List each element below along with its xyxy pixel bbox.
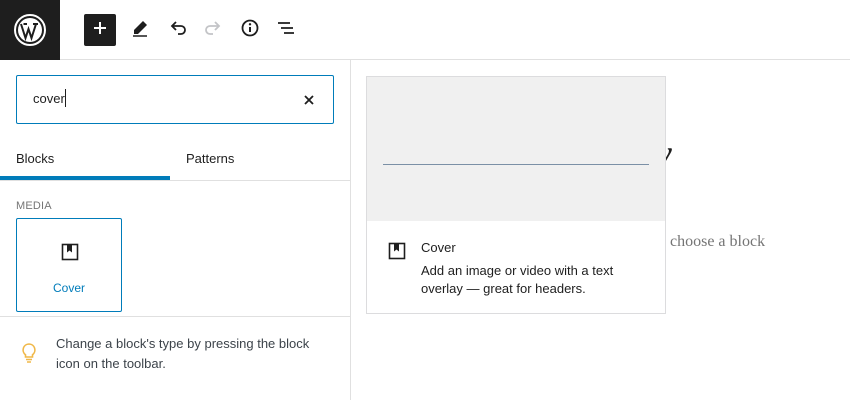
top-toolbar	[0, 0, 850, 60]
text-caret	[65, 89, 66, 107]
divider	[0, 316, 350, 317]
wordpress-logo-icon[interactable]	[0, 0, 60, 60]
preview-image	[367, 77, 665, 221]
preview-block-name: Cover	[421, 240, 456, 255]
tab-patterns[interactable]: Patterns	[186, 138, 234, 179]
active-tab-indicator	[0, 176, 170, 180]
tip-text: Change a block's type by pressing the bl…	[56, 336, 310, 371]
list-view-icon	[276, 18, 296, 43]
undo-icon	[168, 18, 188, 43]
cover-block-icon	[59, 241, 81, 263]
search-input[interactable]: cover	[33, 91, 65, 106]
pencil-icon	[130, 18, 150, 43]
edit-tool-button[interactable]	[124, 14, 156, 46]
block-placeholder-fragment[interactable]: o choose a block	[658, 233, 765, 251]
inserter-tabs: Blocks Patterns	[0, 138, 350, 181]
details-button[interactable]	[234, 14, 266, 46]
block-preview-card: Cover Add an image or video with a text …	[366, 76, 666, 314]
add-block-button[interactable]	[84, 14, 116, 46]
preview-divider	[383, 164, 649, 165]
block-item-cover[interactable]: Cover	[16, 218, 122, 312]
preview-block-description: Add an image or video with a text overla…	[421, 263, 614, 296]
category-heading: MEDIA	[16, 200, 52, 212]
tab-blocks[interactable]: Blocks	[16, 138, 54, 179]
list-view-button[interactable]	[270, 14, 302, 46]
lightbulb-icon	[20, 342, 38, 364]
block-inserter-panel: cover Blocks Patterns MEDIA Cover Change…	[0, 60, 351, 400]
close-icon[interactable]	[299, 90, 319, 110]
redo-icon	[203, 18, 223, 43]
cover-block-icon	[387, 241, 407, 261]
info-icon	[240, 18, 260, 43]
redo-button[interactable]	[197, 14, 229, 46]
undo-button[interactable]	[162, 14, 194, 46]
search-field[interactable]: cover	[16, 75, 334, 124]
block-item-label: Cover	[52, 281, 85, 295]
plus-icon	[92, 20, 108, 41]
